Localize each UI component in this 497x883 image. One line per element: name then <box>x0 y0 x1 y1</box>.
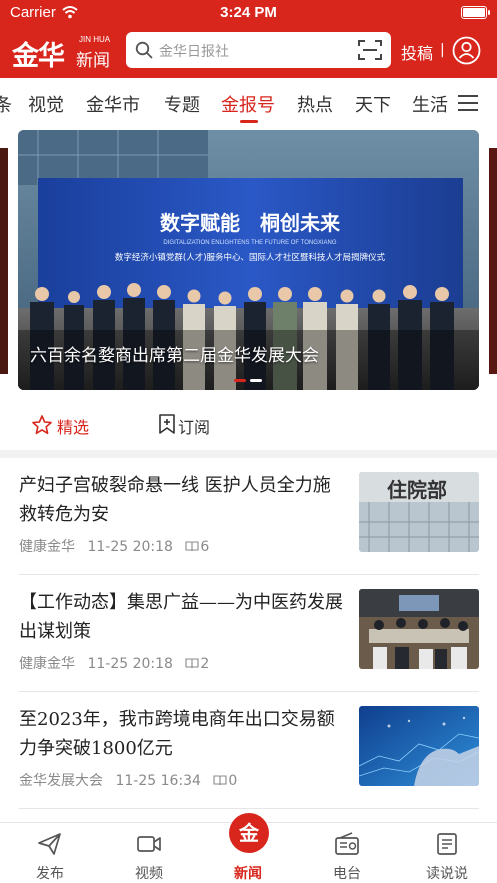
article-thumbnail <box>359 706 479 786</box>
tab-hot[interactable]: 热点 <box>297 91 333 117</box>
article-source: 健康金华 <box>19 539 75 555</box>
search-placeholder: 金华日报社 <box>159 44 229 60</box>
header-separator: | <box>440 42 445 58</box>
banner-english: DIGITALIZATION ENLIGHTENS THE FUTURE OF … <box>163 240 336 246</box>
nav-label: 电台 <box>333 866 361 882</box>
article-thumbnail: 住院部 <box>359 472 479 552</box>
row-divider <box>19 808 479 809</box>
app-logo[interactable]: 金华 JIN HUA 新闻 <box>12 32 116 72</box>
carousel-caption: 六百余名婺商出席第二届金华发展大会 <box>30 346 319 366</box>
pager-dot <box>234 379 246 382</box>
video-icon <box>137 836 161 852</box>
logo-sub-text: 新闻 <box>76 51 110 71</box>
logo-english-text: JIN HUA <box>79 35 111 44</box>
article-meta: 健康金华 11-25 20:18 2 <box>19 653 217 673</box>
feed-channel-bar: 精选 订阅 <box>0 400 497 450</box>
headline-carousel[interactable]: 数字赋能 桐创未来 DIGITALIZATION ENLIGHTENS THE … <box>0 130 497 392</box>
logo-main-text: 金华 <box>12 41 65 72</box>
article-meta: 金华发展大会 11-25 16:34 0 <box>19 770 245 790</box>
article-reads: 2 <box>200 656 210 672</box>
article-item[interactable]: 产妇子宫破裂命悬一线 医护人员全力施救转危为安 健康金华 11-25 20:18… <box>0 458 497 575</box>
user-icon[interactable] <box>452 36 481 65</box>
article-thumbnail <box>359 589 479 669</box>
tab-jinbaohao[interactable]: 金报号 <box>221 91 275 117</box>
app-header: Carrier 3:24 PM 金华 JIN HUA 新闻 金华日报社 投稿 | <box>0 0 497 78</box>
article-title: 【工作动态】集思广益——为中医药发展出谋划策 <box>19 592 343 642</box>
bookmark-plus-icon <box>159 414 175 434</box>
channel-tabs: 条 视觉 金华市 专题 金报号 热点 天下 生活 <box>0 78 497 128</box>
next-slide-peek[interactable] <box>489 148 497 374</box>
active-tab-indicator <box>240 120 258 123</box>
nav-label: 视频 <box>135 866 163 882</box>
banner-title: 数字赋能 桐创未来 <box>160 211 341 235</box>
search-input[interactable]: 金华日报社 <box>126 32 391 68</box>
article-title: 至2023年，我市跨境电商年出口交易额力争突破1800亿元 <box>19 709 335 759</box>
send-icon <box>38 833 61 855</box>
tab-jinhua-city[interactable]: 金华市 <box>86 91 140 117</box>
section-gap <box>0 450 497 458</box>
pager-dot-active <box>250 379 262 382</box>
carousel-slide[interactable]: 数字赋能 桐创未来 DIGITALIZATION ENLIGHTENS THE … <box>18 130 479 390</box>
scan-icon[interactable] <box>357 38 383 62</box>
news-logo-icon[interactable]: 金 <box>229 813 269 853</box>
star-icon <box>32 415 52 435</box>
radio-icon <box>335 832 359 855</box>
nav-label: 读说说 <box>426 866 468 882</box>
read-count-icon <box>213 775 227 786</box>
article-time: 11-25 20:18 <box>87 656 173 672</box>
bottom-nav: 发布 视频 新闻 金 电台 读说说 <box>0 813 497 883</box>
read-count-icon <box>185 541 199 552</box>
tab-visual[interactable]: 视觉 <box>28 91 64 117</box>
tab-world[interactable]: 天下 <box>355 91 391 117</box>
article-reads: 0 <box>228 773 238 789</box>
menu-icon[interactable] <box>450 78 497 128</box>
post-button[interactable]: 投稿 <box>401 40 433 64</box>
nav-label: 新闻 <box>234 866 262 882</box>
article-item[interactable]: 【工作动态】集思广益——为中医药发展出谋划策 健康金华 11-25 20:18 … <box>0 575 497 692</box>
battery-icon <box>461 6 490 19</box>
status-time: 3:24 PM <box>220 4 277 21</box>
nav-label: 发布 <box>36 866 64 882</box>
tab-partial[interactable]: 条 <box>0 91 12 117</box>
tab-special[interactable]: 专题 <box>164 91 200 117</box>
article-source: 金华发展大会 <box>19 773 103 789</box>
read-count-icon <box>185 658 199 669</box>
nav-read-talk[interactable]: 读说说 <box>407 823 487 883</box>
article-source: 健康金华 <box>19 656 75 672</box>
document-icon <box>437 833 457 855</box>
prev-slide-peek[interactable] <box>0 148 8 374</box>
thumb-sign-text: 住院部 <box>387 478 447 502</box>
article-meta: 健康金华 11-25 20:18 6 <box>19 536 217 556</box>
status-bar: Carrier 3:24 PM <box>0 0 497 26</box>
subscribe-tab[interactable]: 订阅 <box>178 414 210 438</box>
tab-life[interactable]: 生活 <box>412 91 448 117</box>
article-reads: 6 <box>200 539 210 555</box>
search-icon <box>135 41 153 59</box>
nav-publish[interactable]: 发布 <box>10 823 90 883</box>
article-time: 11-25 16:34 <box>115 773 201 789</box>
banner-subtitle: 数字经济小镇党群(人才)服务中心、国际人才社区暨科技人才局揭牌仪式 <box>115 252 386 263</box>
featured-tab[interactable]: 精选 <box>57 414 89 438</box>
nav-video[interactable]: 视频 <box>109 823 189 883</box>
article-item[interactable]: 至2023年，我市跨境电商年出口交易额力争突破1800亿元 金华发展大会 11-… <box>0 692 497 809</box>
article-time: 11-25 20:18 <box>87 539 173 555</box>
nav-radio[interactable]: 电台 <box>307 823 387 883</box>
article-title: 产妇子宫破裂命悬一线 医护人员全力施救转危为安 <box>19 475 331 525</box>
